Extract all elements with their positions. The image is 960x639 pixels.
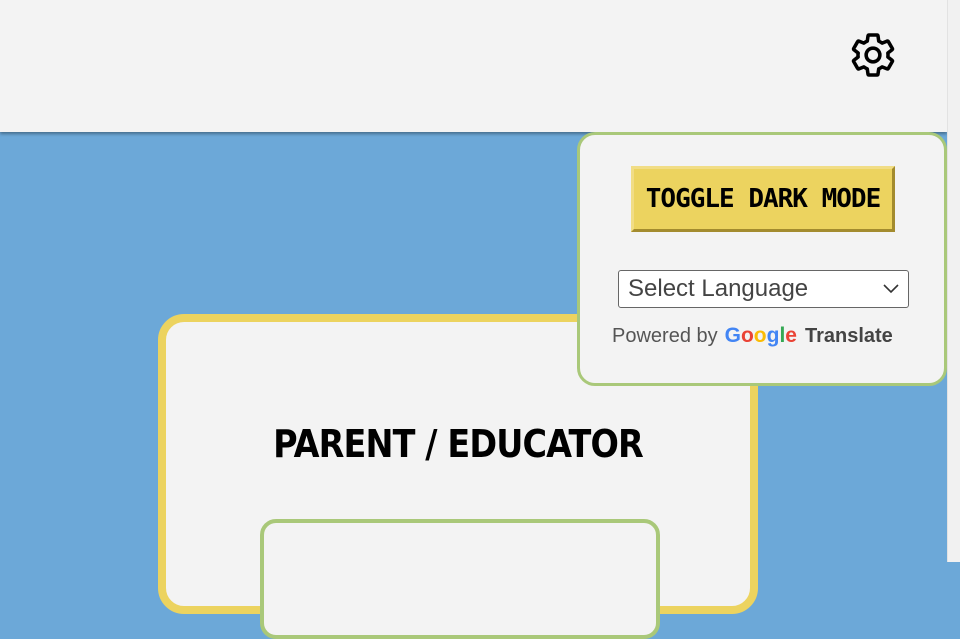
toggle-dark-mode-button[interactable]: TOGGLE DARK MODE [631, 166, 895, 232]
language-select-value: Select Language [628, 275, 809, 302]
settings-panel: TOGGLE DARK MODE Select Language Powered… [577, 132, 947, 386]
powered-by-label: Powered by [612, 324, 718, 347]
translate-link[interactable]: Translate [805, 325, 893, 348]
google-letter: o [753, 324, 767, 347]
chevron-down-icon [883, 284, 899, 294]
powered-by-google-translate: Powered by Google Translate [612, 324, 893, 348]
google-letter: G [724, 324, 741, 347]
top-header [0, 0, 947, 132]
google-letter: e [785, 324, 797, 347]
google-letter: o [740, 324, 754, 347]
card-title: PARENT / EDUCATOR [273, 422, 644, 466]
language-select[interactable]: Select Language [618, 270, 909, 308]
google-logo[interactable]: Google [725, 324, 797, 348]
google-letter: g [766, 324, 780, 347]
gear-icon[interactable] [848, 30, 898, 80]
email-field-box[interactable] [260, 519, 660, 639]
scrollbar[interactable] [947, 0, 960, 562]
